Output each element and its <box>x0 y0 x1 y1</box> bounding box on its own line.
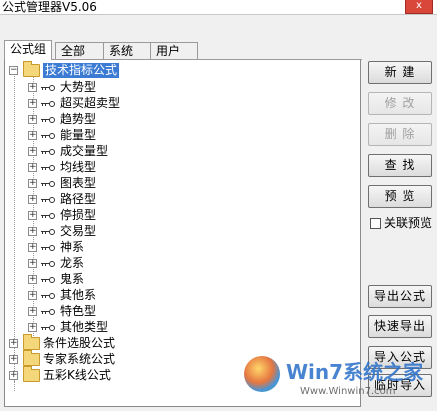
tree-node-label[interactable]: 超买超卖型 <box>60 96 120 111</box>
key-icon <box>41 229 55 235</box>
key-icon <box>41 85 55 91</box>
tree-node-label[interactable]: 特色型 <box>60 304 96 319</box>
expand-icon[interactable]: + <box>28 211 37 220</box>
expand-icon[interactable]: + <box>28 99 37 108</box>
expand-icon[interactable]: + <box>28 243 37 252</box>
expand-icon[interactable]: + <box>28 131 37 140</box>
tree-node-label[interactable]: 能量型 <box>60 128 96 143</box>
tree-node-category[interactable]: + 超买超卖型 <box>28 96 148 112</box>
window-title: 公式管理器V5.06 <box>2 0 97 14</box>
new-button[interactable]: 新 建 <box>368 61 432 84</box>
key-icon <box>41 213 55 219</box>
expand-icon[interactable]: + <box>28 195 37 204</box>
key-icon <box>41 261 55 267</box>
expand-icon[interactable]: + <box>28 83 37 92</box>
watermark-url: Www.Winwin7.com <box>300 386 396 397</box>
expand-icon[interactable]: + <box>9 339 18 348</box>
expand-icon[interactable]: + <box>28 227 37 236</box>
expand-icon[interactable]: + <box>28 291 37 300</box>
tree-node-category[interactable]: + 龙系 <box>28 256 148 272</box>
key-icon <box>41 325 55 331</box>
folder-open-icon <box>23 61 40 77</box>
tree-node-label[interactable]: 神系 <box>60 240 84 255</box>
tree-node-category[interactable]: + 特色型 <box>28 304 148 320</box>
tab-user[interactable]: 用户 <box>150 42 198 59</box>
tree-node-label[interactable]: 其他系 <box>60 288 96 303</box>
key-icon <box>41 101 55 107</box>
tree-node-category[interactable]: + 其他系 <box>28 288 148 304</box>
title-bar: 公式管理器V5.06 x <box>0 0 437 15</box>
tree-node-category[interactable]: + 趋势型 <box>28 112 148 128</box>
key-icon <box>41 293 55 299</box>
tree-node-category[interactable]: + 均线型 <box>28 160 148 176</box>
expand-icon[interactable]: + <box>28 259 37 268</box>
tab-all[interactable]: 全部 <box>55 42 105 59</box>
watermark-brand: Win7系统之家 <box>286 360 424 384</box>
tree-node-label[interactable]: 专家系统公式 <box>43 352 115 367</box>
tree-node-category[interactable]: + 大势型 <box>28 80 148 96</box>
folder-icon <box>23 350 40 366</box>
expand-icon[interactable]: + <box>28 147 37 156</box>
tree-node-category[interactable]: + 图表型 <box>28 176 148 192</box>
tree-node-label[interactable]: 大势型 <box>60 80 96 95</box>
expand-icon[interactable]: + <box>28 163 37 172</box>
tree-node-category[interactable]: + 神系 <box>28 240 148 256</box>
key-icon <box>41 133 55 139</box>
tree-node-label[interactable]: 路径型 <box>60 192 96 207</box>
expand-icon[interactable]: + <box>28 275 37 284</box>
tree-node-category[interactable]: + 路径型 <box>28 192 148 208</box>
collapse-icon[interactable]: − <box>9 66 18 75</box>
tree-node-label[interactable]: 交易型 <box>60 224 96 239</box>
expand-icon[interactable]: + <box>28 115 37 124</box>
tree-node-root[interactable]: − 技术指标公式 <box>9 61 149 79</box>
close-button[interactable]: x <box>405 0 433 14</box>
key-icon <box>41 117 55 123</box>
folder-icon <box>23 366 40 382</box>
tree-node-category[interactable]: + 其他类型 <box>28 320 148 336</box>
watermark: Win7系统之家 Www.Winwin7.com <box>240 352 437 411</box>
export-formula-button[interactable]: 导出公式 <box>368 285 432 308</box>
tree-node-label[interactable]: 技术指标公式 <box>43 63 120 78</box>
tree-node-label[interactable]: 成交量型 <box>60 144 108 159</box>
expand-icon[interactable]: + <box>9 371 18 380</box>
key-icon <box>41 181 55 187</box>
tree-node-label[interactable]: 龙系 <box>60 256 84 271</box>
quick-export-button[interactable]: 快速导出 <box>368 315 432 338</box>
key-icon <box>41 149 55 155</box>
tree-node-category[interactable]: + 能量型 <box>28 128 148 144</box>
modify-button[interactable]: 修 改 <box>368 92 432 115</box>
tree-node-label[interactable]: 图表型 <box>60 176 96 191</box>
linked-preview-label: 关联预览 <box>384 216 433 230</box>
tab-system[interactable]: 系统 <box>103 42 151 59</box>
folder-icon <box>23 334 40 350</box>
tree-node-label[interactable]: 停损型 <box>60 208 96 223</box>
preview-button[interactable]: 预 览 <box>368 185 432 208</box>
key-icon <box>41 245 55 251</box>
expand-icon[interactable]: + <box>28 323 37 332</box>
tree-node-group[interactable]: + 五彩K线公式 <box>9 366 149 384</box>
key-icon <box>41 277 55 283</box>
linked-preview-checkbox[interactable] <box>370 218 381 229</box>
tree-node-category[interactable]: + 停损型 <box>28 208 148 224</box>
key-icon <box>41 197 55 203</box>
key-icon <box>41 165 55 171</box>
delete-button[interactable]: 删 除 <box>368 123 432 146</box>
expand-icon[interactable]: + <box>28 179 37 188</box>
expand-icon[interactable]: + <box>9 355 18 364</box>
tree-node-category[interactable]: + 成交量型 <box>28 144 148 160</box>
tab-formula-group[interactable]: 公式组 <box>4 40 52 60</box>
find-button[interactable]: 查 找 <box>368 154 432 177</box>
key-icon <box>41 309 55 315</box>
tree-node-label[interactable]: 鬼系 <box>60 272 84 287</box>
tree-node-category[interactable]: + 鬼系 <box>28 272 148 288</box>
tree-node-label[interactable]: 其他类型 <box>60 320 108 335</box>
tree-node-label[interactable]: 趋势型 <box>60 112 96 127</box>
tree-node-label[interactable]: 均线型 <box>60 160 96 175</box>
tree-node-label[interactable]: 五彩K线公式 <box>43 368 111 383</box>
tree-node-category[interactable]: + 交易型 <box>28 224 148 240</box>
expand-icon[interactable]: + <box>28 307 37 316</box>
windows-logo-icon <box>244 356 280 392</box>
tree-node-label[interactable]: 条件选股公式 <box>43 336 115 351</box>
